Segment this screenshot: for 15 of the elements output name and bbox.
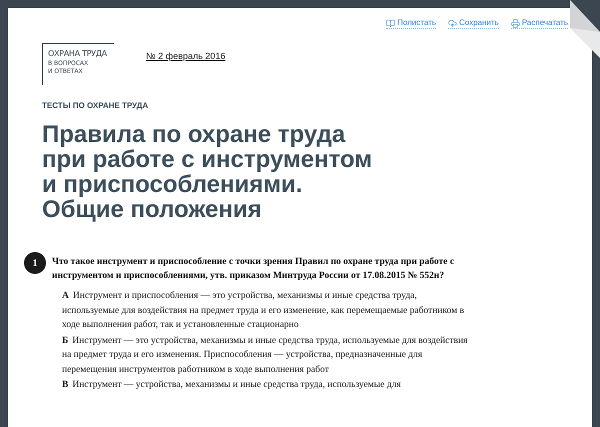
answer-option: В Инструмент — устройства, механизмы и иные средства труда, используемые для [62,378,472,392]
answer-option: А Инструмент и приспособления — это устройства, механизмы и иные средства труда, используемые для воздействия на предмет труда и его изменение, как перемещаемые работником в ходе выполнения работ, так и установленные стационарно [62,289,472,332]
toolbar-link[interactable]: Полистать [386,18,436,29]
answer-option: Б Инструмент — это устройства, механизмы и иные средства труда, используемые для воздействия на предмет труда и его изменения. Приспособления — устройства, предназначенные для перемещения инструментов работником в ходе выполнения работ [62,334,472,377]
question-text: Что такое инструмент и приспособление с точки зрения Правил по охране труда при работе с инструментом и приспособлениями, утв. приказом Минтруда России от 17.08.2015 № 552н? [52,256,456,283]
issue-link[interactable]: № 2 февраль 2016 [146,50,226,64]
book-icon [386,18,396,28]
toolbar-link[interactable]: Сохранить [448,18,499,29]
section-label: ТЕСТЫ ПО ОХРАНЕ ТРУДА [41,100,150,112]
question-number: 1 [24,252,46,274]
toolbar-link[interactable]: Распечатать [510,18,568,29]
cloud-icon [448,18,458,28]
print-icon [510,18,520,28]
article-title: Правила по охране труда при работе с инструментом и приспособлениями. Общие положения [41,122,374,222]
logo-title: ОХРАНА ТРУДА [48,48,108,60]
